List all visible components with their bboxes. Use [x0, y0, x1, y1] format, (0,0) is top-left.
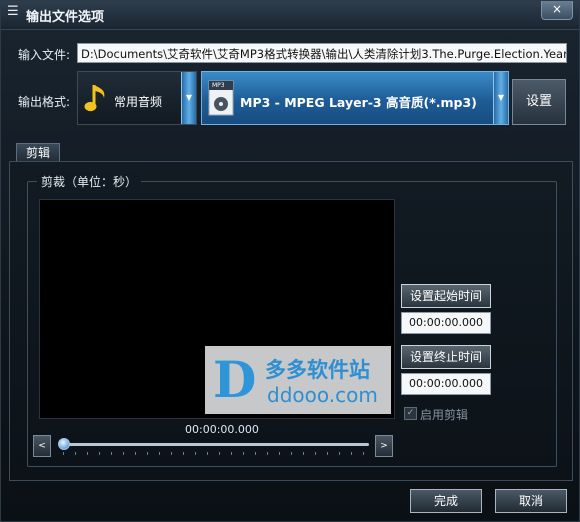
timeline-tick [279, 452, 280, 455]
timeline-slider[interactable] [61, 443, 369, 446]
timeline-tick [291, 452, 292, 455]
menu-icon[interactable]: ☰ [7, 5, 21, 19]
watermark: D 多多软件站 ddooo.com [205, 346, 391, 414]
watermark-logo: D [213, 350, 257, 409]
format-dropdown[interactable]: MP3 MP3 - MPEG Layer-3 高音质(*.mp3) ▼ [201, 71, 509, 125]
chevron-down-icon[interactable]: ▼ [181, 72, 196, 124]
format-category-value: 常用音频 [114, 95, 163, 109]
timeline-tick [171, 452, 172, 455]
timeline-tick [111, 452, 112, 455]
mp3-file-icon-label: MP3 [212, 82, 225, 89]
timeline-tick [231, 452, 232, 455]
timeline-tick [63, 452, 64, 455]
timeline-tick [195, 452, 196, 455]
input-file-path-field[interactable]: D:\Documents\艾奇软件\艾奇MP3格式转换器\输出\人类清除计划3.… [77, 43, 567, 63]
format-value: MP3 - MPEG Layer-3 高音质(*.mp3) [240, 95, 477, 110]
previous-frame-button[interactable]: < [33, 435, 51, 457]
watermark-url: ddooo.com [267, 383, 378, 407]
timeline-tick [99, 452, 100, 455]
timeline-tick [327, 452, 328, 455]
timeline-tick [123, 452, 124, 455]
music-note-icon [84, 85, 105, 112]
timeline-tick [315, 452, 316, 455]
current-time-readout: 00:00:00.000 [185, 423, 259, 436]
enable-clip-checkbox[interactable]: ✓ [404, 407, 417, 420]
tab-clip[interactable]: 剪辑 [16, 143, 60, 162]
timeline-tick [255, 452, 256, 455]
end-time-field[interactable]: 00:00:00.000 [401, 373, 491, 395]
timeline-tick [147, 452, 148, 455]
cancel-button[interactable]: 取消 [495, 489, 567, 513]
output-format-label: 输出格式: [18, 95, 71, 109]
timeline-tick [303, 452, 304, 455]
timeline-tick [207, 452, 208, 455]
timeline-slider-knob[interactable] [58, 438, 70, 450]
watermark-name: 多多软件站 [265, 358, 370, 382]
set-start-time-button[interactable]: 设置起始时间 [401, 284, 491, 308]
format-category-dropdown[interactable]: 常用音频 ▼ [77, 71, 197, 125]
trim-group-title: 剪裁（单位：秒） [37, 173, 142, 190]
timeline-tick [219, 452, 220, 455]
timeline-tick [135, 452, 136, 455]
chevron-down-icon[interactable]: ▼ [493, 72, 508, 124]
timeline-tick [339, 452, 340, 455]
timeline-tick [351, 452, 352, 455]
timeline-tick [87, 452, 88, 455]
input-file-label: 输入文件: [18, 48, 71, 62]
output-options-dialog: ☰ 输出文件选项 × 输入文件: D:\Documents\艾奇软件\艾奇MP3… [0, 0, 580, 522]
window-title: 输出文件选项 [26, 10, 105, 25]
settings-button[interactable]: 设置 [512, 79, 566, 125]
timeline-tick [243, 452, 244, 455]
next-frame-button[interactable]: > [375, 435, 393, 457]
timeline-tick [159, 452, 160, 455]
enable-clip-label: 启用剪辑 [420, 408, 469, 422]
timeline-tick [267, 452, 268, 455]
timeline-tick [75, 452, 76, 455]
timeline-tick [363, 452, 364, 455]
timeline-ticks [63, 452, 369, 456]
timeline-tick [183, 452, 184, 455]
ok-button[interactable]: 完成 [410, 489, 482, 513]
start-time-field[interactable]: 00:00:00.000 [401, 312, 491, 334]
title-bar: ☰ 输出文件选项 × [1, 1, 579, 30]
close-button[interactable]: × [541, 1, 573, 20]
set-end-time-button[interactable]: 设置终止时间 [401, 345, 491, 369]
